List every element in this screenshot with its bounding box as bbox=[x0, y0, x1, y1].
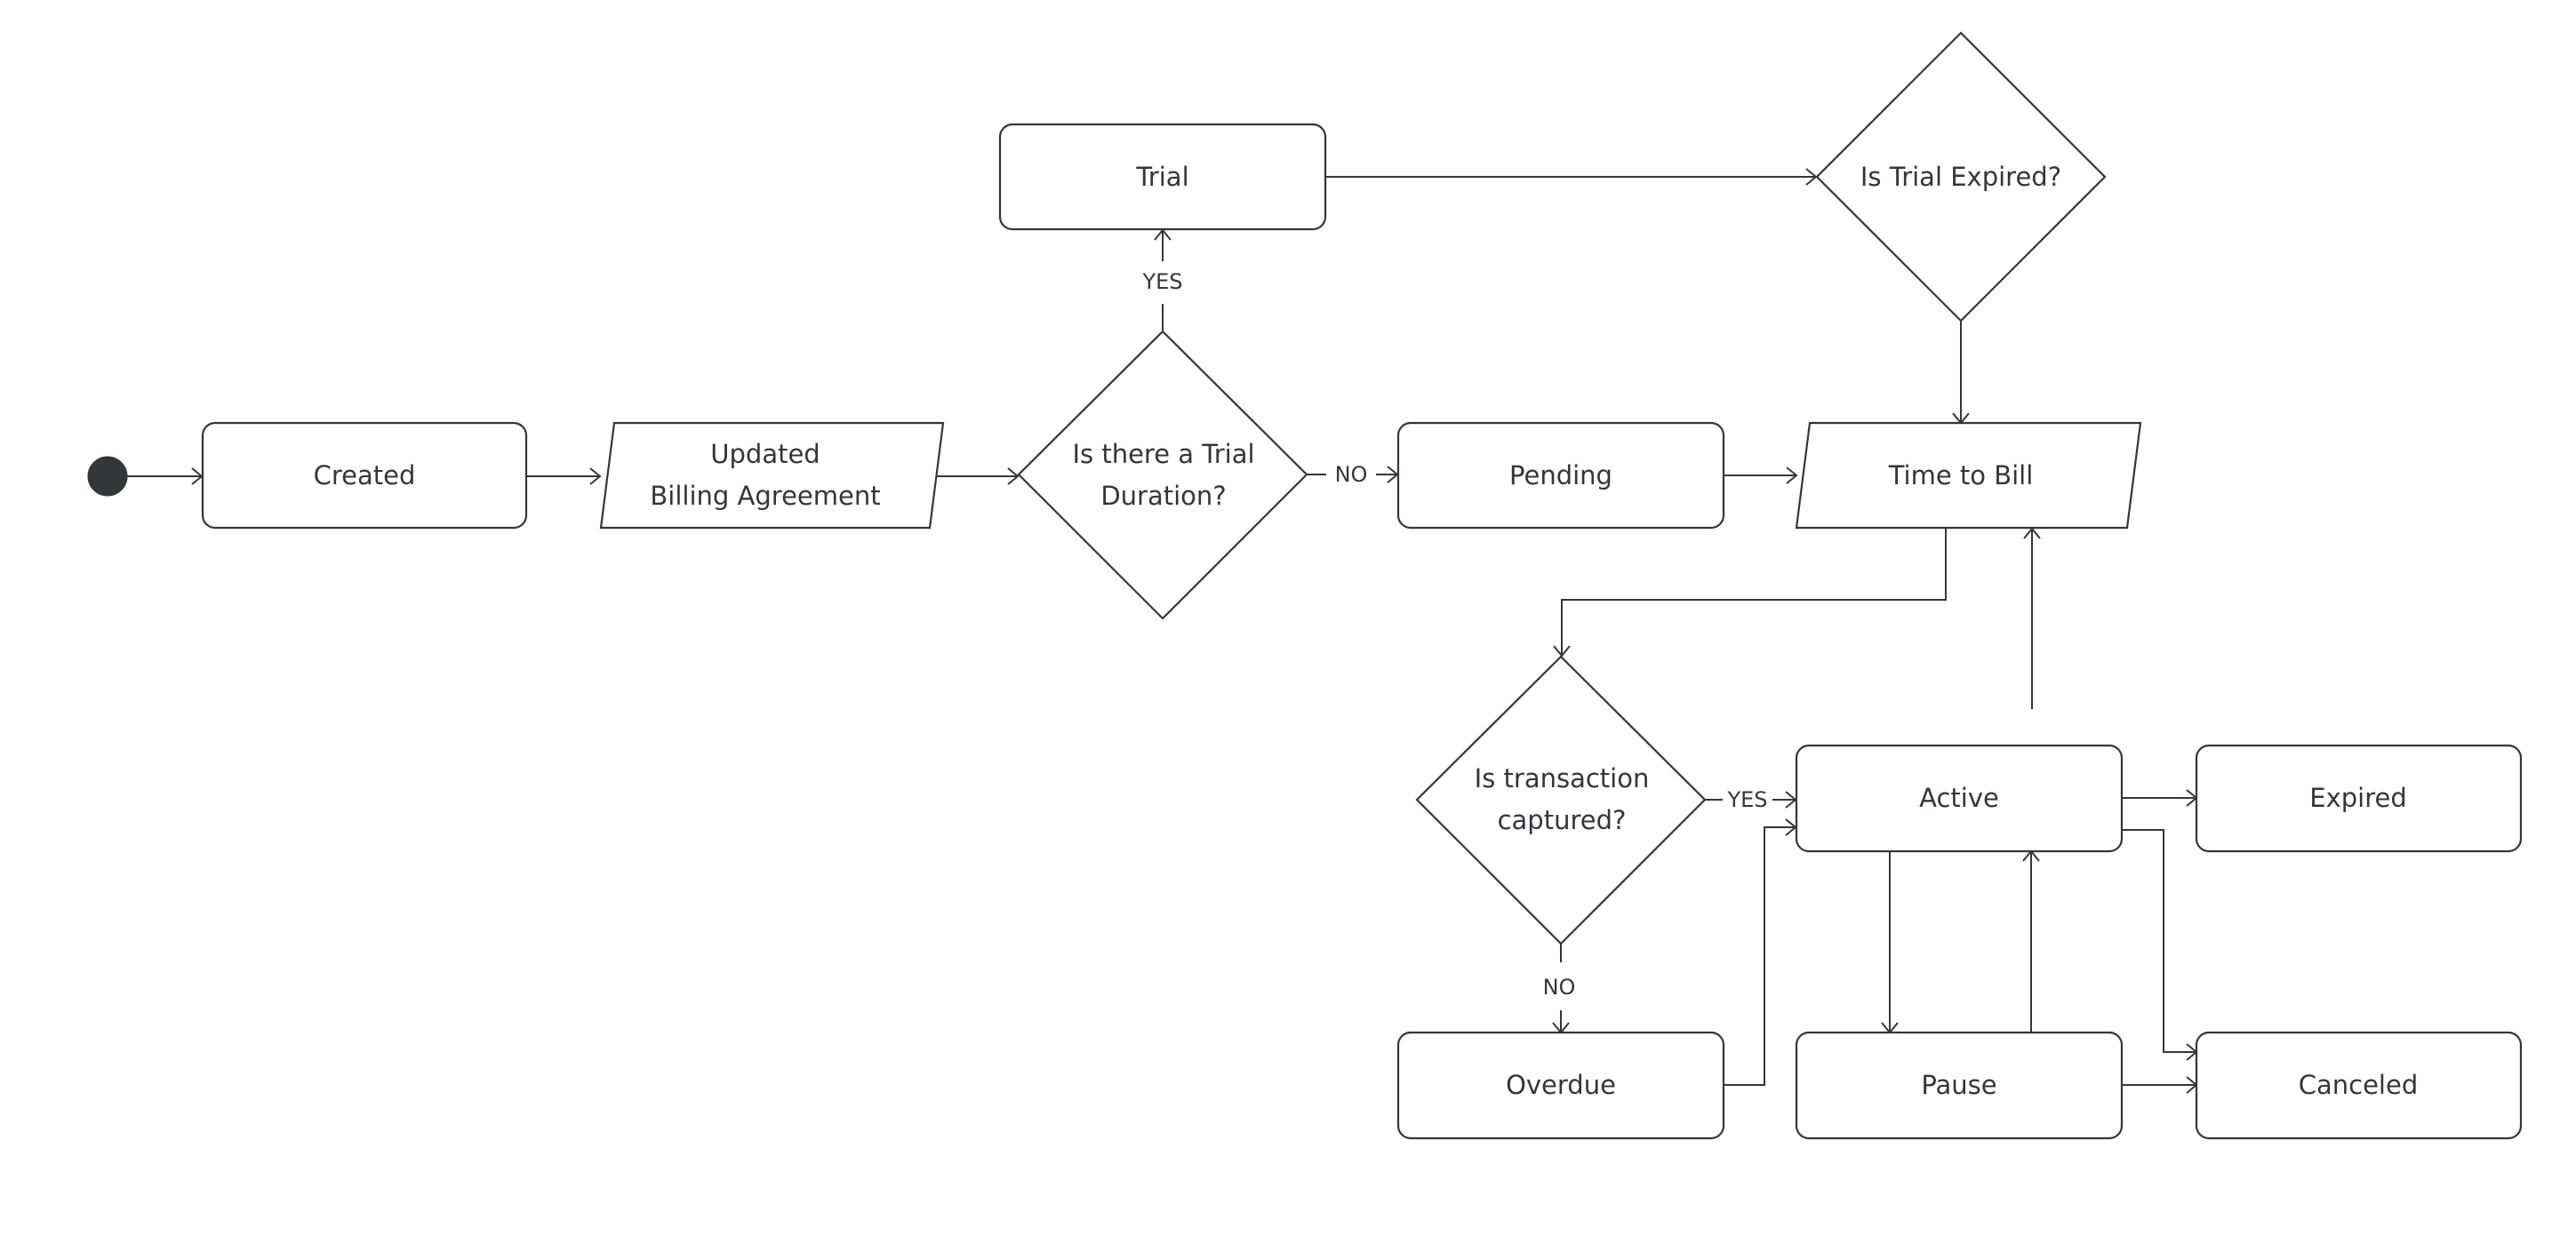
edge-created-updated bbox=[526, 467, 602, 485]
edge-trial-duration-trial: YES bbox=[1141, 228, 1183, 331]
edge-active-expired bbox=[2122, 789, 2198, 807]
node-created[interactable]: Created bbox=[201, 421, 528, 530]
node-transaction-captured-decision[interactable]: Is transaction captured? bbox=[1415, 655, 1707, 945]
edges: YES NO YES NO bbox=[127, 168, 2198, 1094]
start-node[interactable] bbox=[87, 456, 128, 497]
edge-time-to-bill-captured bbox=[1553, 528, 1947, 658]
node-trial-expired-decision[interactable]: Is Trial Expired? bbox=[1815, 31, 2107, 323]
node-trial[interactable]: Trial bbox=[998, 123, 1327, 231]
edge-active-canceled bbox=[2122, 829, 2198, 1061]
node-active[interactable]: Active bbox=[1795, 744, 2124, 853]
node-label: Time to Bill bbox=[1888, 460, 2034, 490]
node-label: Expired bbox=[2309, 783, 2407, 813]
node-updated-billing-agreement[interactable]: Updated Billing Agreement bbox=[599, 421, 945, 530]
edge-pending-time-to-bill bbox=[1724, 466, 1798, 484]
node-label: Active bbox=[1919, 783, 1999, 813]
node-label: Created bbox=[314, 460, 416, 490]
node-pause[interactable]: Pause bbox=[1795, 1031, 2124, 1140]
node-expired[interactable]: Expired bbox=[2195, 744, 2523, 853]
node-label: Pending bbox=[1509, 460, 1612, 490]
edge-active-time-to-bill bbox=[2023, 527, 2041, 709]
edge-label-yes: YES bbox=[1726, 787, 1767, 812]
edge-start-created bbox=[127, 467, 204, 485]
edge-label-no: NO bbox=[1543, 975, 1576, 1000]
edge-trial-duration-pending: NO bbox=[1307, 462, 1399, 487]
edge-captured-overdue: NO bbox=[1543, 944, 1576, 1034]
edge-label-no: NO bbox=[1335, 462, 1368, 487]
edge-active-pause bbox=[1881, 851, 1899, 1034]
edge-pause-active bbox=[2022, 849, 2040, 1033]
edge-label-yes: YES bbox=[1141, 269, 1182, 294]
node-label: Pause bbox=[1921, 1070, 1996, 1100]
node-label: Trial bbox=[1135, 162, 1188, 192]
node-canceled[interactable]: Canceled bbox=[2195, 1031, 2523, 1140]
node-label: captured? bbox=[1498, 805, 1627, 835]
node-label: Updated bbox=[710, 439, 820, 469]
node-label: Duration? bbox=[1100, 481, 1226, 511]
node-label: Is Trial Expired? bbox=[1860, 162, 2061, 192]
node-label: Billing Agreement bbox=[650, 481, 880, 511]
node-label: Overdue bbox=[1506, 1070, 1616, 1100]
node-label: Is transaction bbox=[1475, 763, 1650, 793]
edge-overdue-active bbox=[1724, 818, 1797, 1086]
node-label: Canceled bbox=[2299, 1070, 2419, 1100]
node-time-to-bill[interactable]: Time to Bill bbox=[1795, 421, 2142, 530]
edge-pause-canceled bbox=[2122, 1076, 2198, 1094]
edge-trial-trial-expired bbox=[1325, 168, 1818, 186]
node-trial-duration-decision[interactable]: Is there a Trial Duration? bbox=[1017, 330, 1308, 620]
flowchart-canvas: YES NO YES NO Created Updated Billing Ag… bbox=[87, 31, 2523, 1140]
nodes: Created Updated Billing Agreement Is the… bbox=[87, 31, 2523, 1140]
node-pending[interactable]: Pending bbox=[1396, 421, 1725, 530]
node-overdue[interactable]: Overdue bbox=[1396, 1031, 1725, 1140]
edge-trial-expired-time-to-bill bbox=[1952, 320, 1970, 425]
edge-captured-active: YES bbox=[1705, 787, 1797, 812]
edge-updated-trial-duration bbox=[936, 467, 1020, 485]
node-label: Is there a Trial bbox=[1072, 439, 1254, 469]
